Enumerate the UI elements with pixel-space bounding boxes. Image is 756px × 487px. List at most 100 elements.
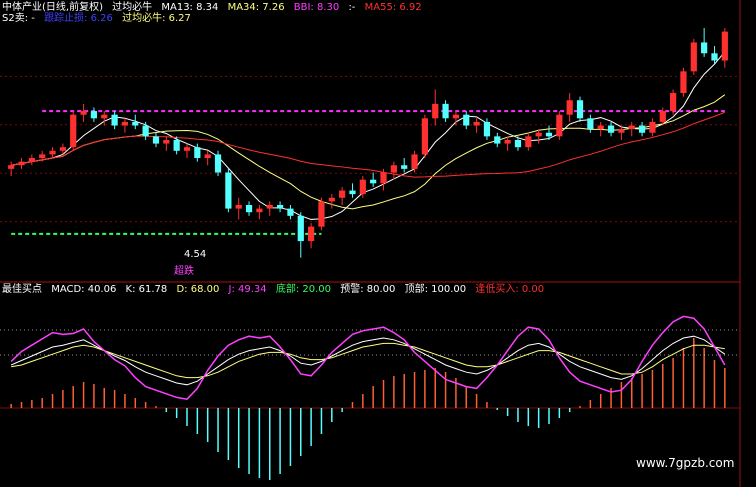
- candle-body: [204, 154, 211, 159]
- candle-body: [194, 147, 201, 159]
- sub-indicator-name: 最佳买点: [2, 284, 42, 295]
- s2-sell-value: S2卖: -: [2, 13, 35, 24]
- candle-body: [576, 100, 584, 119]
- candle-body: [297, 215, 304, 242]
- candle-body: [328, 197, 335, 202]
- candle-body: [59, 147, 66, 151]
- candle-body: [152, 136, 160, 144]
- candle-body: [49, 150, 56, 155]
- ma13-value: MA13: 8.34: [161, 2, 219, 13]
- secondary-indicator-header: S2卖: - 跟踪止损: 6.26 过均必牛: 6.27: [2, 13, 197, 25]
- macd-histogram: [0, 338, 740, 480]
- candle-body: [173, 139, 180, 151]
- ma13-line: [11, 51, 726, 220]
- bbi-value: BBI: 8.30: [293, 2, 340, 13]
- stock-chart-window: 中体产业(日线,前复权) 过均必牛 MA13: 8.34 MA34: 7.26 …: [0, 0, 756, 487]
- candle-body: [483, 121, 491, 137]
- candle-body: [421, 118, 428, 155]
- candlestick-series: [8, 28, 728, 258]
- candle-body: [545, 132, 553, 137]
- candle-body: [163, 139, 170, 144]
- buy-low-value: 逢低买入: 0.00: [475, 284, 545, 295]
- candle-body: [256, 208, 263, 213]
- candle-body: [670, 93, 677, 112]
- bbi-dash: :-: [348, 2, 356, 13]
- candle-body: [308, 226, 315, 242]
- candle-body: [8, 165, 15, 169]
- candle-body: [39, 154, 46, 159]
- candle-body: [711, 53, 718, 61]
- chart-canvas[interactable]: [0, 0, 756, 487]
- candle-body: [463, 114, 470, 126]
- j-value: J: 49.34: [228, 284, 267, 295]
- candle-body: [266, 204, 273, 209]
- candle-body: [514, 139, 522, 148]
- indicator2-value: 过均必牛: 6.27: [122, 13, 191, 24]
- candle-body: [380, 172, 387, 184]
- candle-body: [494, 136, 501, 144]
- sub-indicator-header: 最佳买点 MACD: 40.06 K: 61.78 D: 68.00 J: 49…: [2, 284, 550, 296]
- candle-body: [432, 103, 439, 119]
- candle-body: [649, 121, 656, 133]
- price-gridlines: [0, 75, 740, 223]
- candle-body: [701, 42, 708, 54]
- candle-body: [473, 121, 480, 126]
- candle-body: [235, 204, 242, 209]
- bottom-value: 底部: 20.00: [275, 284, 332, 295]
- candle-body: [287, 208, 294, 216]
- candle-body: [390, 165, 397, 173]
- candle-body: [225, 172, 232, 209]
- candle-body: [70, 114, 77, 148]
- kdj-k-line: [10, 335, 726, 386]
- candle-body: [28, 158, 35, 162]
- macd-value: MACD: 40.06: [51, 284, 117, 295]
- candle-body: [587, 118, 594, 130]
- trailing-stop-value: 跟踪止损: 6.26: [44, 13, 113, 24]
- kdj-lines: [0, 315, 740, 401]
- d-value: D: 68.00: [176, 284, 220, 295]
- candle-body: [452, 114, 460, 119]
- ma34-value: MA34: 7.26: [227, 2, 285, 13]
- candle-body: [370, 179, 377, 184]
- candle-body: [525, 136, 532, 148]
- candle-body: [101, 114, 108, 119]
- candle-body: [659, 111, 666, 122]
- candle-body: [214, 154, 222, 173]
- candle-body: [690, 42, 697, 72]
- warning-value: 预警: 80.00: [340, 284, 396, 295]
- candle-body: [318, 201, 325, 227]
- candle-body: [142, 125, 149, 137]
- candle-body: [442, 103, 449, 119]
- candle-body: [721, 31, 728, 61]
- moving-average-lines: [11, 51, 726, 220]
- candle-body: [111, 114, 118, 126]
- low-price-label: 4.54: [184, 249, 207, 260]
- candle-body: [121, 121, 129, 126]
- top-value: 顶部: 100.00: [404, 284, 467, 295]
- candle-body: [80, 111, 87, 115]
- candle-body: [183, 147, 191, 151]
- candle-body: [628, 125, 635, 130]
- candle-body: [638, 125, 646, 133]
- candle-body: [607, 125, 615, 133]
- ma55-line: [11, 111, 726, 178]
- candle-body: [132, 121, 139, 126]
- candle-body: [411, 154, 418, 169]
- candle-body: [18, 161, 25, 166]
- kdj-d-line: [11, 342, 725, 379]
- candle-body: [359, 179, 366, 195]
- candle-body: [90, 111, 98, 119]
- candle-body: [556, 114, 563, 137]
- k-value: K: 61.78: [125, 284, 168, 295]
- candle-body: [618, 129, 625, 133]
- candle-body: [276, 204, 284, 209]
- stock-title: 中体产业(日线,前复权): [2, 2, 103, 13]
- candle-body: [504, 139, 511, 144]
- site-watermark: www.7gpzb.com: [636, 456, 735, 470]
- candle-body: [535, 132, 542, 137]
- candle-body: [401, 165, 408, 169]
- ma55-value: MA55: 6.92: [364, 2, 422, 13]
- candle-body: [597, 125, 604, 130]
- candle-body: [566, 100, 573, 115]
- oversold-label: 超跌: [174, 266, 194, 277]
